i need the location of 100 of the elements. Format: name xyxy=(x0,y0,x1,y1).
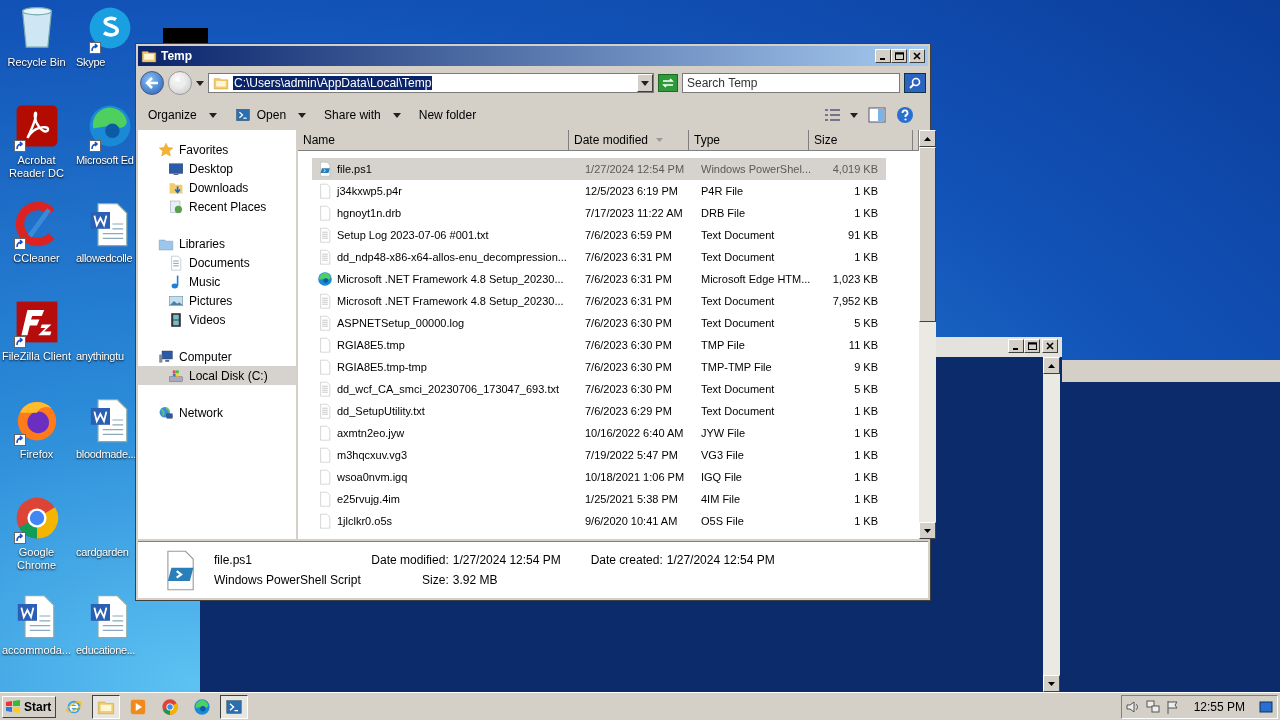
nav-item[interactable]: Local Disk (C:) xyxy=(138,366,296,385)
nav-label: Local Disk (C:) xyxy=(189,368,268,383)
date-cell-text: 7/6/2023 6:30 PM xyxy=(584,317,673,329)
size-cell-text: 11 KB xyxy=(847,339,879,351)
minimize-button[interactable] xyxy=(1008,339,1024,353)
details-file-type: Windows PowerShell Script xyxy=(214,573,361,587)
nav-item[interactable]: Pictures xyxy=(138,291,296,310)
file-row[interactable]: dd_SetupUtility.txt 7/6/2023 6:29 PM Text Document 1 KB xyxy=(312,400,886,422)
media-player-icon xyxy=(129,697,148,716)
show-desktop-icon[interactable] xyxy=(1259,699,1273,714)
up-arrow-icon xyxy=(924,136,931,141)
file-row[interactable]: wsoa0nvm.igq 10/18/2021 1:06 PM IGQ File 1 KB xyxy=(312,466,886,488)
file-row[interactable]: hgnoyt1n.drb 7/17/2023 11:22 AM DRB File 1 KB xyxy=(312,202,886,224)
address-dropdown-button[interactable] xyxy=(637,74,653,92)
desktop-icon-label[interactable]: FileZilla Client xyxy=(1,350,72,363)
address-path[interactable]: C:\Users\admin\AppData\Local\Temp xyxy=(233,76,433,90)
network-icon[interactable] xyxy=(1145,699,1160,714)
toolbar-button[interactable]: Organize xyxy=(142,105,223,125)
file-row[interactable]: file.ps1 1/27/2024 12:54 PM Windows PowerShel... 4,019 KB xyxy=(312,158,886,180)
size-cell-text: 1 KB xyxy=(853,405,879,417)
file-row[interactable]: m3hqcxuv.vg3 7/19/2022 5:47 PM VG3 File 1 KB xyxy=(312,444,886,466)
speaker-icon[interactable] xyxy=(1125,699,1140,714)
taskbar-app-button[interactable] xyxy=(220,694,249,719)
search-field[interactable]: Search Temp xyxy=(682,73,900,93)
nav-item[interactable]: Downloads xyxy=(138,178,296,197)
nav-item[interactable]: Network xyxy=(138,403,296,422)
scrollbar[interactable] xyxy=(919,130,936,539)
column-header[interactable]: Size xyxy=(809,130,913,151)
nav-item[interactable]: Videos xyxy=(138,310,296,329)
file-row[interactable]: j34kxwp5.p4r 12/5/2023 6:19 PM P4R File 1 KB xyxy=(312,180,886,202)
desktop-icon-label[interactable]: Recycle Bin xyxy=(1,56,72,69)
file-icon xyxy=(317,491,333,507)
toolbar-button[interactable]: New folder xyxy=(412,105,483,125)
refresh-button[interactable] xyxy=(658,74,678,92)
file-row[interactable]: RGIA8E5.tmp 7/6/2023 6:30 PM TMP File 11 KB xyxy=(312,334,886,356)
view-options-button[interactable] xyxy=(824,108,858,122)
file-row[interactable]: RGIA8E5.tmp-tmp 7/6/2023 6:30 PM TMP-TMP File 9 KB xyxy=(312,356,886,378)
toolbar-button[interactable]: Share with xyxy=(318,105,407,125)
browser-logo-icon xyxy=(161,697,180,716)
search-icon xyxy=(909,77,921,89)
nav-item[interactable]: Desktop xyxy=(138,159,296,178)
file-row[interactable]: Microsoft .NET Framework 4.8 Setup_20230... 7/6/2023 6:31 PM Text Document 7,952 KB xyxy=(312,290,886,312)
desktop-icon-label[interactable]: allowedcolle xyxy=(76,252,133,265)
minimize-button[interactable] xyxy=(875,49,891,63)
help-button[interactable] xyxy=(896,106,914,124)
desktop-icon-label[interactable]: Acrobat Reader DC xyxy=(1,154,72,180)
nav-item[interactable]: Music xyxy=(138,272,296,291)
file-name: Setup Log 2023-07-06 #001.txt xyxy=(337,229,489,241)
nav-label: Desktop xyxy=(189,161,234,176)
forward-button[interactable] xyxy=(168,71,192,95)
maximize-button[interactable] xyxy=(1024,339,1040,353)
date-cell-text: 9/6/2020 10:41 AM xyxy=(584,515,679,527)
toolbar-button[interactable]: Open xyxy=(228,104,313,126)
desktop-icon-label[interactable]: Skype xyxy=(76,56,106,69)
preview-pane-button[interactable] xyxy=(868,107,886,123)
back-button[interactable] xyxy=(140,71,164,95)
file-row[interactable]: dd_wcf_CA_smci_20230706_173047_693.txt 7/6/2023 6:30 PM Text Document 5 KB xyxy=(312,378,886,400)
date-cell-text: 7/6/2023 6:30 PM xyxy=(584,383,673,395)
nav-item[interactable]: Favorites xyxy=(138,140,296,159)
flag-icon[interactable] xyxy=(1165,699,1180,714)
document-icon xyxy=(168,254,184,271)
file-name: dd_ndp48-x86-x64-allos-enu_decompression... xyxy=(337,251,567,263)
search-button[interactable] xyxy=(904,73,926,93)
close-button[interactable] xyxy=(1042,339,1058,353)
terminal-icon xyxy=(234,107,251,123)
file-row[interactable]: ASPNETSetup_00000.log 7/6/2023 6:30 PM Text Document 5 KB xyxy=(312,312,886,334)
column-header[interactable]: Name xyxy=(298,130,569,151)
desktop-icon-label[interactable]: Microsoft Ed xyxy=(76,154,134,167)
refresh-arrows-icon xyxy=(662,78,674,88)
size-cell-text: 1 KB xyxy=(853,471,879,483)
file-row[interactable]: dd_ndp48-x86-x64-allos-enu_decompression... 7/6/2023 6:31 PM Text Document 1 KB xyxy=(312,246,886,268)
scrollbar[interactable] xyxy=(1043,357,1060,692)
details-value: 3.92 MB xyxy=(452,573,499,587)
maximize-button[interactable] xyxy=(891,49,907,63)
close-button[interactable] xyxy=(909,49,925,63)
nav-item[interactable]: Libraries xyxy=(138,234,296,253)
type-cell-text: Text Document xyxy=(700,383,776,395)
nav-item[interactable]: Documents xyxy=(138,253,296,272)
date-cell-text: 7/6/2023 6:30 PM xyxy=(584,361,673,373)
nav-item[interactable]: Recent Places xyxy=(138,197,296,216)
nav-item[interactable]: Computer xyxy=(138,347,296,366)
file-row[interactable]: Setup Log 2023-07-06 #001.txt 7/6/2023 6:59 PM Text Document 91 KB xyxy=(312,224,886,246)
desktop-icon-label[interactable]: anythingtu xyxy=(76,350,124,363)
type-cell-text: Text Document xyxy=(700,229,776,241)
file-name: Microsoft .NET Framework 4.8 Setup_20230... xyxy=(337,295,564,307)
desktop-icon-label[interactable]: CCleaner xyxy=(1,252,72,265)
column-header[interactable]: Type xyxy=(689,130,809,151)
column-header[interactable]: Date modified xyxy=(569,130,689,151)
file-row[interactable]: e25rvujg.4im 1/25/2021 5:38 PM 4IM File 1 KB xyxy=(312,488,886,510)
details-view-icon xyxy=(824,108,842,122)
file-row[interactable]: Microsoft .NET Framework 4.8 Setup_20230... 7/6/2023 6:31 PM Microsoft Edge HTM... 1,023 KB xyxy=(312,268,886,290)
terminal-icon xyxy=(225,697,244,716)
type-cell-text: 4IM File xyxy=(700,493,742,505)
file-row[interactable]: 1jlclkr0.o5s 9/6/2020 10:41 AM O5S File 1 KB xyxy=(312,510,886,532)
file-row[interactable]: axmtn2eo.jyw 10/16/2022 6:40 AM JYW File 1 KB xyxy=(312,422,886,444)
clock[interactable]: 12:55 PM xyxy=(1193,699,1245,714)
address-bar[interactable]: C:\Users\admin\AppData\Local\Temp xyxy=(208,73,654,93)
file-icon xyxy=(317,359,333,375)
taskbar-app-button[interactable] xyxy=(92,694,121,719)
start-button[interactable]: Start xyxy=(2,695,57,718)
